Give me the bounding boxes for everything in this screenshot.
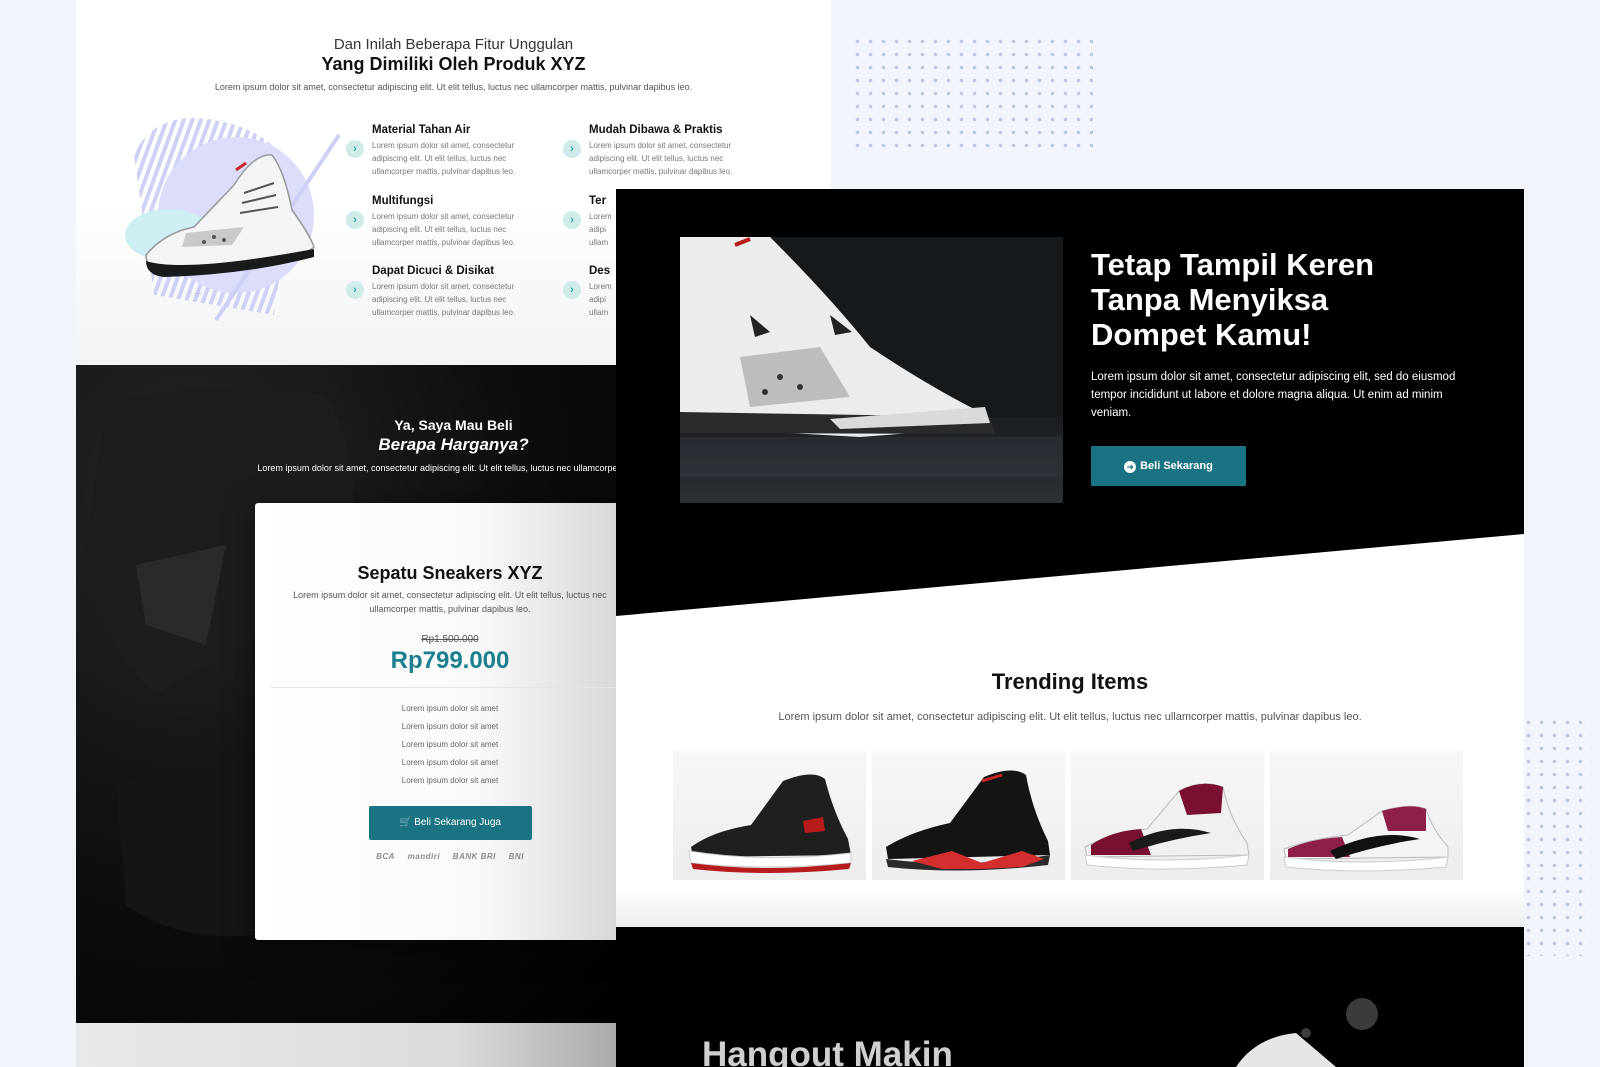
trending-subtitle: Lorem ipsum dolor sit amet, consectetur … — [778, 711, 1362, 723]
feature-list: Lorem ipsum dolor sit amet Lorem ipsum d… — [255, 700, 616, 790]
payment-logos: BCA mandiri BANK BRI BNI — [255, 852, 616, 861]
button-label: Beli Sekarang — [1140, 460, 1213, 472]
bank-logo-bri: BANK BRI — [452, 852, 496, 861]
hero-title-line: Tetap Tampil Keren — [1091, 247, 1375, 282]
feature-name: Dapat Dicuci & Disikat — [372, 265, 495, 277]
check-icon: › — [346, 140, 364, 158]
sneaker-image — [688, 774, 852, 873]
pricing-subtitle: Lorem ipsum dolor sit amet, consectetur … — [257, 463, 616, 473]
pricing-kicker: Ya, Saya Mau Beli — [394, 417, 513, 433]
list-item: Lorem ipsum dolor sit amet — [401, 776, 499, 785]
bank-logo-bni: BNI — [508, 852, 524, 861]
feature-text: Lorem ipsum dolor sit amet, consectetur … — [589, 141, 733, 176]
product-card[interactable] — [1071, 751, 1264, 880]
landing-page-panel: Tetap Tampil Keren Tanpa Menyiksa Dompet… — [616, 189, 1524, 1067]
sneaker-image — [1084, 783, 1250, 870]
hero-sneaker-image — [680, 237, 1063, 503]
button-label: Beli Sekarang Juga — [414, 817, 501, 828]
list-item: Lorem ipsum dolor sit amet — [401, 758, 499, 767]
new-price: Rp799.000 — [390, 647, 510, 674]
bank-logo-mandiri: mandiri — [407, 852, 441, 861]
check-icon: › — [346, 211, 364, 229]
product-card[interactable] — [673, 751, 866, 880]
feature-name: Mudah Dibawa & Praktis — [589, 124, 723, 136]
dot-pattern-top — [851, 35, 1093, 153]
feature-text: Lorem ipsum dolor sit amet, consectetur … — [372, 141, 516, 176]
feature-name: Material Tahan Air — [372, 124, 471, 136]
hero-text-block: Tetap Tampil Keren Tanpa Menyiksa Dompet… — [1091, 247, 1461, 486]
list-item: Lorem ipsum dolor sit amet — [401, 704, 499, 713]
product-card[interactable] — [872, 751, 1065, 880]
trending-grid — [673, 751, 1473, 881]
cart-icon: 🛒 — [399, 817, 412, 828]
price-card: Sepatu Sneakers XYZ Lorem ipsum dolor si… — [255, 503, 616, 940]
check-icon: › — [563, 281, 581, 299]
features-subtitle: Lorem ipsum dolor sit amet, consectetur … — [214, 82, 693, 92]
pricing-title: Berapa Harganya? — [378, 435, 529, 454]
old-price: Rp1.500.000 — [421, 634, 479, 645]
svg-text:+: + — [194, 285, 202, 301]
buy-now-button[interactable]: ➜ Beli Sekarang — [1091, 446, 1246, 486]
features-title: Yang Dimiliki Oleh Produk XYZ — [321, 54, 586, 74]
buy-now-too-button[interactable]: 🛒 Beli Sekarang Juga — [368, 806, 532, 840]
pricing-section: Ya, Saya Mau Beli Berapa Harganya? Lorem… — [76, 365, 616, 1023]
feature-item-portable: › Mudah Dibawa & Praktis Lorem ipsum dol… — [563, 124, 764, 178]
sneaker-image — [1283, 805, 1449, 872]
next-section-strip — [76, 1023, 616, 1067]
features-kicker: Dan Inilah Beberapa Fitur Unggulan — [333, 36, 574, 53]
hero-description: Lorem ipsum dolor sit amet, consectetur … — [1091, 371, 1456, 419]
sneaker-image — [886, 770, 1050, 871]
hero-title: Tetap Tampil Keren Tanpa Menyiksa Dompet… — [1091, 247, 1461, 352]
feature-name: Multifungsi — [372, 195, 434, 207]
feature-text: Lorem ipsum dolor sit amet, consectetur … — [372, 282, 516, 317]
list-item: Lorem ipsum dolor sit amet — [401, 740, 499, 749]
decorative-circles — [1236, 998, 1378, 1067]
product-card[interactable] — [1270, 751, 1463, 880]
divider — [271, 687, 616, 688]
check-icon: › — [346, 281, 364, 299]
feature-text: Lorem adipi ullam — [589, 212, 612, 247]
hangout-title: Hangout Makin — [702, 1035, 953, 1067]
product-description: Lorem ipsum dolor sit amet, consectetur … — [293, 590, 607, 614]
dot-pattern-right — [1522, 716, 1592, 956]
feature-item-washable: › Dapat Dicuci & Disikat Lorem ipsum dol… — [346, 265, 547, 319]
list-item: Lorem ipsum dolor sit amet — [401, 722, 499, 731]
feature-text: Lorem adipi ullam — [589, 282, 612, 317]
section-divider — [616, 889, 1524, 927]
hero-title-line: Tanpa Menyiksa — [1091, 282, 1329, 317]
check-icon: › — [563, 211, 581, 229]
feature-text: Lorem ipsum dolor sit amet, consectetur … — [372, 212, 516, 247]
bank-logo-bca: BCA — [376, 852, 395, 861]
trending-title: Trending Items — [991, 669, 1149, 694]
arrow-right-circle-icon: ➜ — [1124, 461, 1137, 473]
feature-item-multifunction: › Multifungsi Lorem ipsum dolor sit amet… — [346, 195, 547, 249]
product-title: Sepatu Sneakers XYZ — [357, 563, 543, 583]
sneaker-illustration: + — [125, 118, 341, 322]
hero-title-line: Dompet Kamu! — [1091, 317, 1312, 352]
feature-item-water-resistant: › Material Tahan Air Lorem ipsum dolor s… — [346, 124, 547, 178]
check-icon: › — [563, 140, 581, 158]
